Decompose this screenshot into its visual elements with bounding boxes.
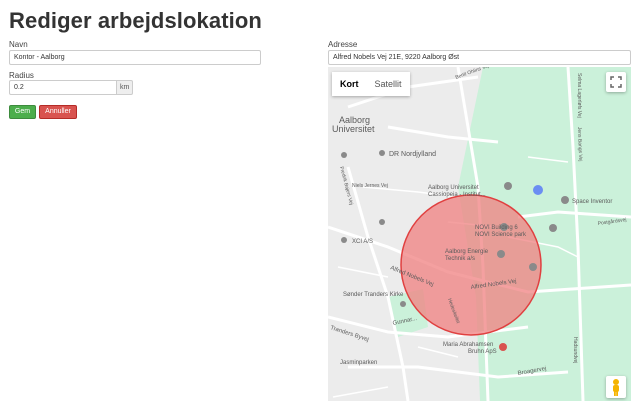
map-label: NOVI Science park: [475, 232, 527, 238]
map-label: Jasminparken: [340, 360, 377, 366]
radius-input[interactable]: 0.2: [9, 80, 117, 95]
map-label: Aalborg Energie: [445, 249, 489, 255]
name-input[interactable]: Kontor - Aalborg: [9, 50, 261, 65]
map-label: Maria Abrahamsen: [443, 342, 493, 348]
map-label: Cassiopeia - Institut...: [428, 192, 486, 198]
map-label: NOVI Building 6: [475, 225, 518, 231]
map-label: Niels Jernes Vej: [352, 183, 388, 189]
cancel-button[interactable]: Annuller: [39, 105, 77, 119]
address-input[interactable]: Alfred Nobels Vej 21E, 9220 Aalborg Øst: [328, 50, 631, 65]
map-label: Technik a/s: [445, 256, 475, 262]
map-label: Space Inventor: [572, 199, 612, 205]
fullscreen-button[interactable]: [606, 72, 626, 92]
name-label: Navn: [9, 40, 28, 49]
map-canvas[interactable]: Aalborg Universitet DR Nordjylland Niels…: [328, 67, 631, 401]
pegman-icon: [613, 379, 619, 396]
map-type-kort[interactable]: Kort: [332, 72, 367, 96]
fullscreen-icon: [610, 76, 622, 88]
street-view-pegman[interactable]: [606, 376, 626, 398]
map-label: DR Nordjylland: [389, 151, 436, 158]
page-title: Rediger arbejdslokation: [9, 8, 262, 33]
map-type-control: Kort Satellit: [332, 72, 410, 96]
save-button[interactable]: Gem: [9, 105, 36, 119]
address-label: Adresse: [328, 40, 358, 49]
map-label: Aalborg Universitet: [428, 185, 479, 191]
radius-label: Radius: [9, 71, 34, 80]
map-label: Sønder Tranders Kirke: [343, 292, 404, 298]
map-label: Bruhn ApS: [468, 349, 497, 355]
map-label: Selma Lagerløfs Vej: [576, 73, 582, 118]
map-label: Jens Bangs Vej: [576, 127, 583, 162]
radius-unit: km: [117, 80, 134, 95]
map-label: Hadsundvej: [572, 337, 578, 363]
map[interactable]: Aalborg Universitet DR Nordjylland Niels…: [328, 67, 631, 401]
map-label: Universitet: [332, 124, 375, 134]
radius-circle: [400, 194, 542, 336]
map-label: XCI A/S: [352, 239, 373, 245]
map-type-satellit[interactable]: Satellit: [367, 72, 410, 96]
